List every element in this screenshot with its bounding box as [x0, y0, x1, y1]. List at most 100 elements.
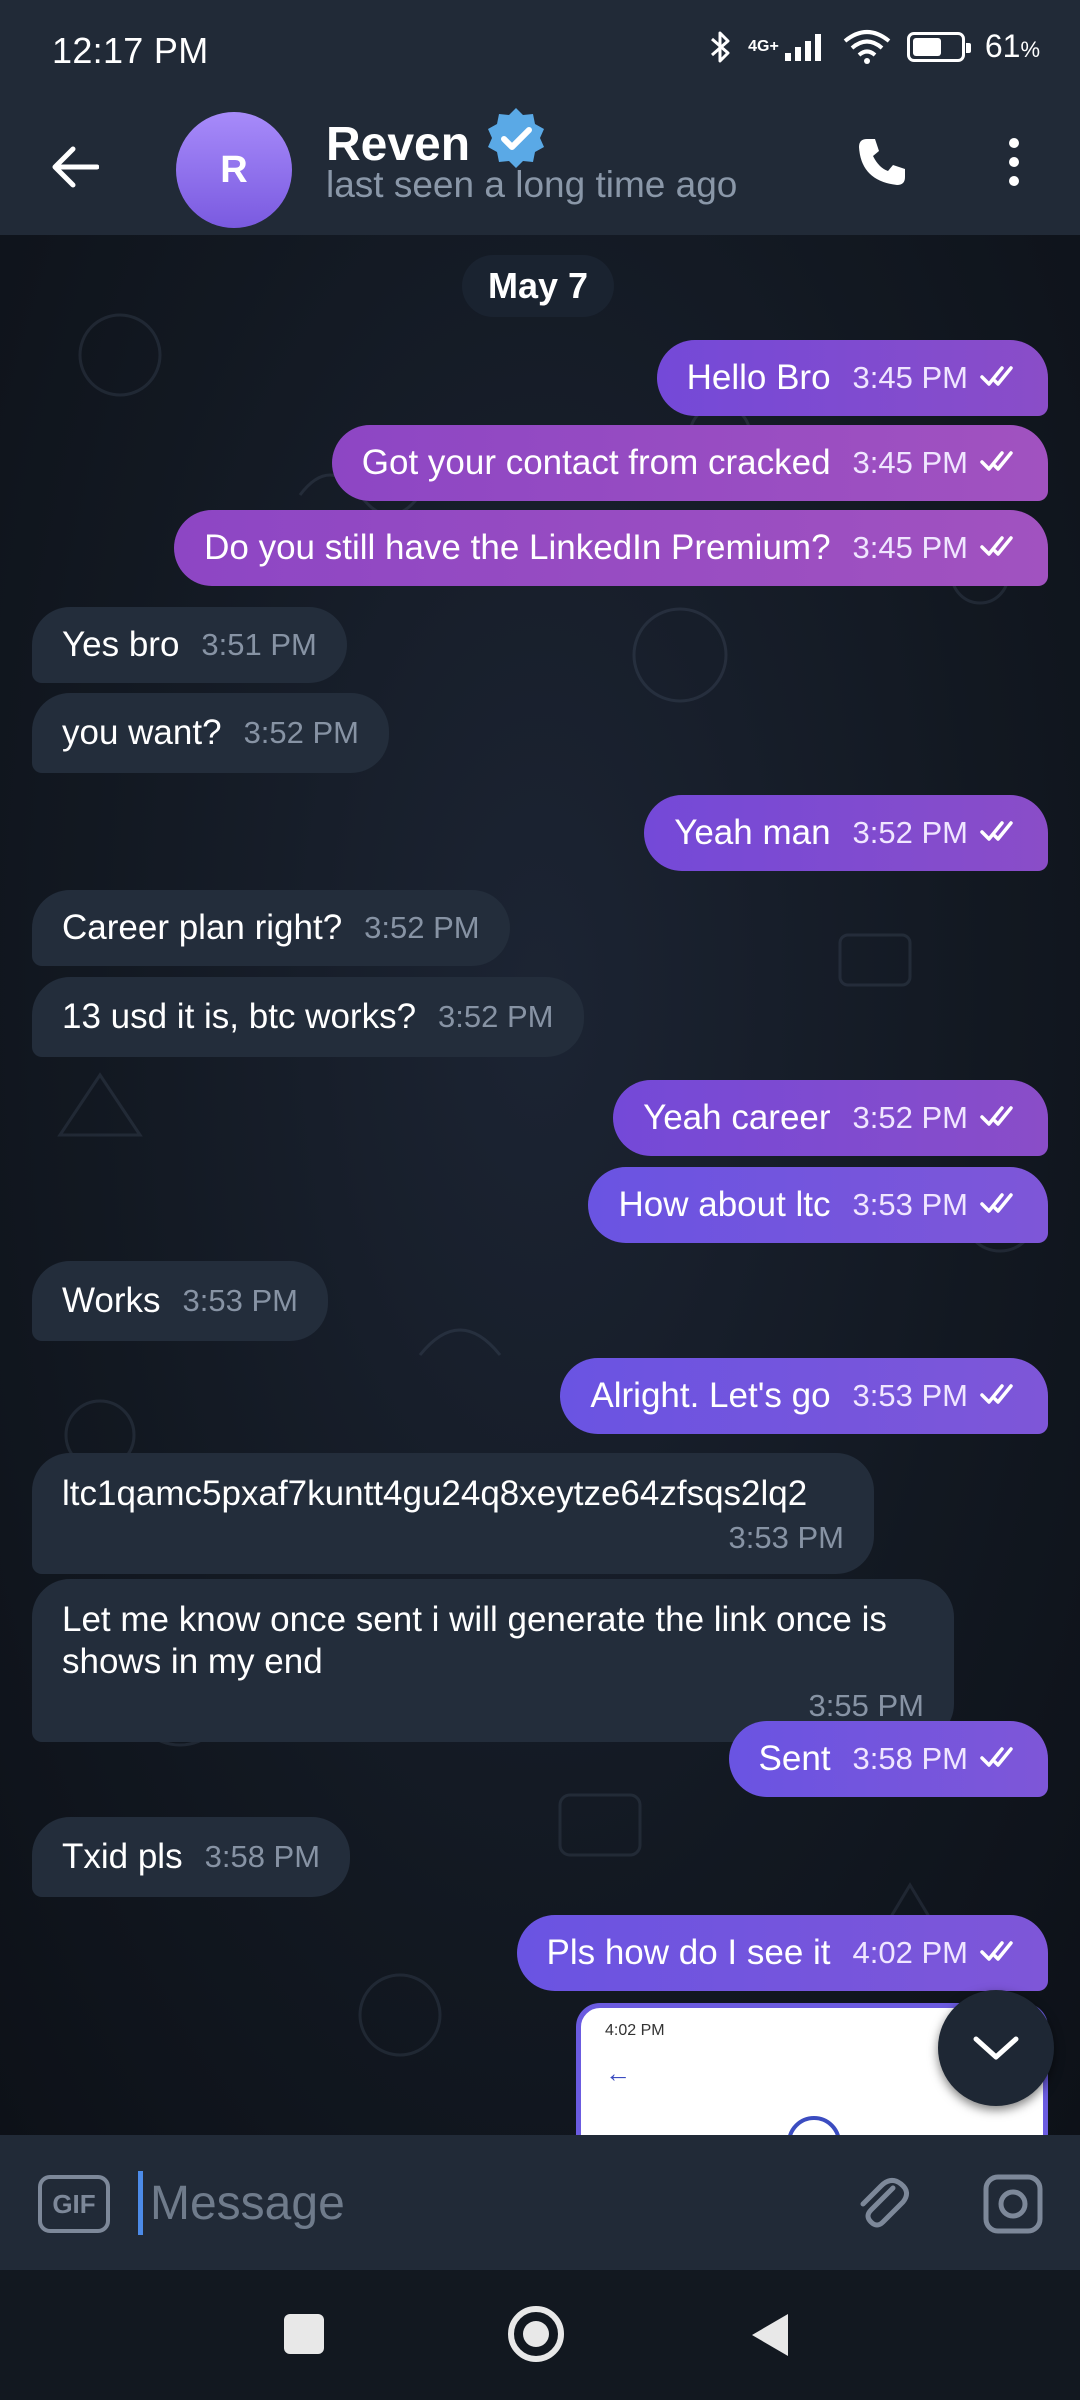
message-time: 4:02 PM: [853, 1934, 1024, 1971]
message-time-text: 3:45 PM: [852, 530, 968, 566]
message-time-text: 3:53 PM: [852, 1187, 968, 1223]
preview-arrow-left-icon: ←: [605, 2058, 631, 2088]
battery-percent: 61%: [985, 28, 1040, 65]
avatar[interactable]: R: [176, 112, 292, 228]
message-time: 3:53 PM: [853, 1186, 1024, 1223]
outgoing-message[interactable]: How about ltc 3:53 PM: [588, 1167, 1048, 1243]
incoming-message[interactable]: ltc1qamc5pxaf7kuntt4gu24q8xeytze64zfsqs2…: [32, 1453, 874, 1575]
double-check-icon: [968, 815, 1024, 850]
message-text: Yes bro: [62, 625, 180, 664]
more-vertical-icon: [1009, 138, 1019, 186]
outgoing-message[interactable]: Got your contact from cracked 3:45 PM: [331, 425, 1048, 501]
message-time: 3:52 PM: [438, 998, 553, 1035]
status-bar: 12:17 PM 4G+ 61%: [0, 0, 1080, 100]
call-button[interactable]: [846, 126, 918, 198]
double-check-icon: [968, 1378, 1024, 1413]
message-text: Yeah man: [674, 813, 831, 852]
message-text: Yeah career: [643, 1098, 831, 1137]
paperclip-icon: [860, 2178, 909, 2228]
incoming-message[interactable]: Let me know once sent i will generate th…: [32, 1579, 954, 1743]
double-check-icon: [968, 1741, 1024, 1776]
outgoing-message[interactable]: Yeah man 3:52 PM: [644, 795, 1048, 871]
back-button[interactable]: [40, 132, 110, 202]
message-time: 3:53 PM: [853, 1377, 1024, 1414]
message-text: Sent: [758, 1739, 831, 1778]
incoming-message[interactable]: Yes bro 3:51 PM: [32, 607, 347, 683]
message-time-text: 3:53 PM: [728, 1520, 844, 1555]
message-time-text: 3:53 PM: [182, 1283, 298, 1319]
message-time-text: 3:51 PM: [201, 627, 317, 663]
triangle-back-icon: [752, 2314, 788, 2356]
message-time: 3:45 PM: [853, 444, 1024, 481]
incoming-message[interactable]: Works 3:53 PM: [32, 1261, 328, 1341]
text-cursor: [138, 2171, 143, 2235]
message-time-text: 3:55 PM: [808, 1688, 924, 1723]
composer-bar: GIF: [0, 2135, 1080, 2270]
message-time-text: 3:45 PM: [852, 360, 968, 396]
message-list[interactable]: May 7 Hello Bro 3:45 PM Got your contact f…: [0, 235, 1080, 2135]
message-text: you want?: [62, 713, 222, 752]
system-nav-bar: [0, 2270, 1080, 2400]
message-time: 3:45 PM: [853, 529, 1024, 566]
message-time-text: 3:53 PM: [852, 1378, 968, 1414]
message-time: 3:52 PM: [853, 1099, 1024, 1136]
home-icon: [523, 2321, 549, 2347]
double-check-icon: [968, 1187, 1024, 1222]
message-time: 3:53 PM: [62, 1519, 844, 1556]
outgoing-message[interactable]: Do you still have the LinkedIn Premium? 3…: [174, 510, 1048, 586]
message-time: 3:52 PM: [853, 814, 1024, 851]
outgoing-message[interactable]: Hello Bro 3:45 PM: [656, 340, 1048, 416]
message-text: Txid pls: [62, 1837, 183, 1876]
battery-percent-unit: %: [1020, 37, 1040, 62]
message-time-text: 3:58 PM: [852, 1741, 968, 1777]
message-input[interactable]: [150, 2165, 790, 2241]
message-time-text: 3:52 PM: [364, 910, 480, 946]
message-text: Hello Bro: [686, 358, 831, 397]
recent-apps-button[interactable]: [284, 2314, 324, 2354]
message-time: 3:55 PM: [62, 1687, 924, 1724]
double-check-icon: [968, 530, 1024, 565]
message-time-text: 3:52 PM: [243, 715, 360, 751]
chat-header: R Reven last seen a long time ago: [0, 100, 1080, 235]
battery-icon: [906, 31, 971, 62]
camera-button[interactable]: [980, 2171, 1046, 2237]
scroll-to-bottom-button[interactable]: [938, 1990, 1054, 2106]
incoming-message[interactable]: Career plan right? 3:52 PM: [32, 890, 510, 966]
gif-button[interactable]: GIF: [38, 2175, 110, 2233]
double-check-icon: [968, 1935, 1024, 1970]
message-time: 3:58 PM: [853, 1740, 1024, 1777]
more-options-button[interactable]: [982, 126, 1046, 198]
bluetooth-icon: [708, 29, 734, 65]
signal-icon: 4G+: [748, 31, 827, 63]
camera-icon: [983, 2174, 1043, 2234]
message-time-text: 4:02 PM: [852, 1935, 968, 1971]
outgoing-message[interactable]: Yeah career 3:52 PM: [613, 1080, 1048, 1156]
attach-button[interactable]: [850, 2171, 916, 2237]
arrow-left-icon: [52, 146, 99, 188]
battery-level: [912, 37, 941, 56]
outgoing-message[interactable]: Pls how do I see it 4:02 PM: [516, 1915, 1048, 1991]
preview-time: 4:02 PM: [605, 2022, 665, 2039]
incoming-message[interactable]: Txid pls 3:58 PM: [32, 1817, 351, 1897]
message-time-text: 3:52 PM: [852, 1100, 968, 1136]
double-check-icon: [968, 360, 1024, 395]
outgoing-message[interactable]: Sent 3:58 PM: [728, 1721, 1048, 1797]
home-button[interactable]: [508, 2306, 564, 2362]
preview-circle-icon: [787, 2116, 841, 2135]
message-text: Do you still have the LinkedIn Premium?: [204, 528, 831, 567]
system-back-button[interactable]: [748, 2310, 792, 2365]
incoming-message[interactable]: 13 usd it is, btc works? 3:52 PM: [32, 977, 584, 1057]
message-time: 3:45 PM: [853, 359, 1024, 396]
status-time: 12:17 PM: [52, 30, 209, 71]
message-time: 3:53 PM: [183, 1282, 298, 1319]
message-text: ltc1qamc5pxaf7kuntt4gu24q8xeytze64zfsqs2…: [62, 1474, 808, 1513]
incoming-message[interactable]: you want? 3:52 PM: [32, 693, 390, 773]
message-time-text: 3:58 PM: [204, 1839, 321, 1875]
message-text: Got your contact from cracked: [361, 443, 831, 482]
message-text: 13 usd it is, btc works?: [62, 997, 417, 1036]
message-time-text: 3:52 PM: [438, 999, 554, 1035]
message-text: Career plan right?: [62, 908, 343, 947]
outgoing-message[interactable]: Alright. Let's go 3:53 PM: [560, 1358, 1048, 1434]
double-check-icon: [968, 445, 1024, 480]
message-text: Let me know once sent i will generate th…: [62, 1600, 887, 1681]
